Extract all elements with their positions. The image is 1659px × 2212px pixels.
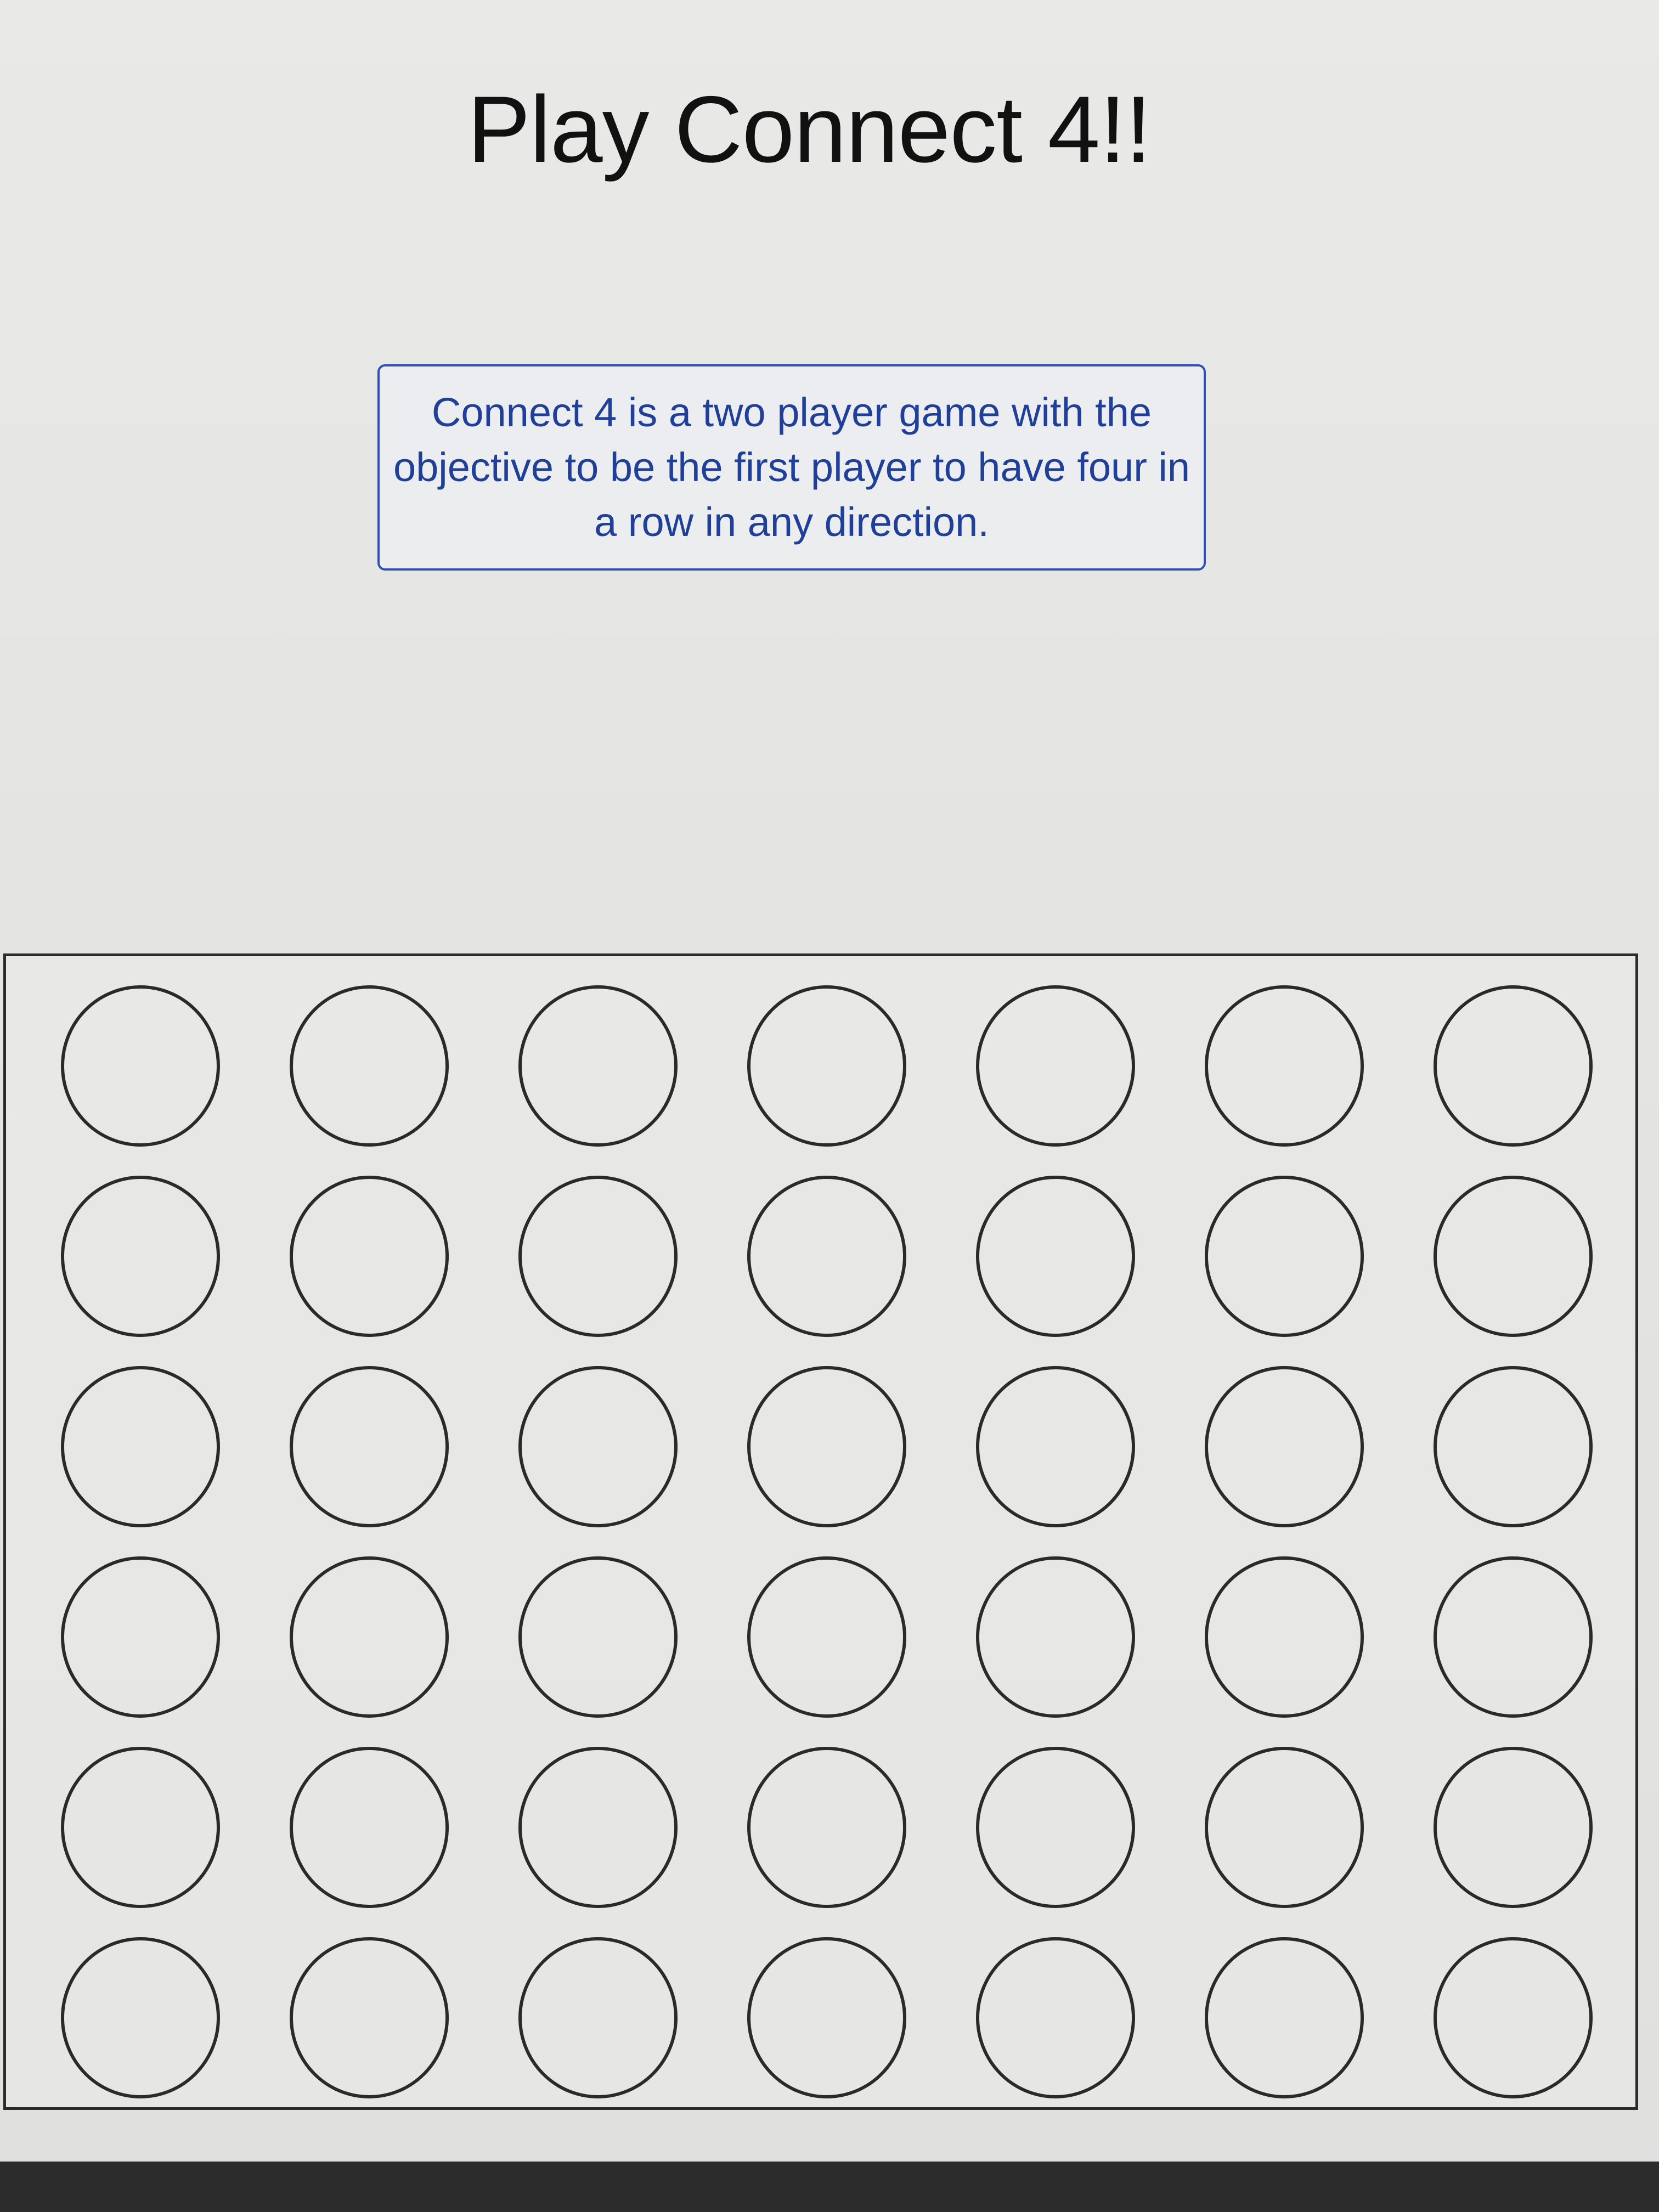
board-slot-r6-c5[interactable]: [976, 1937, 1135, 2098]
board-slot-r1-c4[interactable]: [747, 985, 906, 1147]
board-slot-r5-c3[interactable]: [518, 1747, 678, 1908]
game-description-text: Connect 4 is a two player game with the …: [393, 390, 1190, 545]
board-slot-r3-c4[interactable]: [747, 1366, 906, 1527]
board-slot-r4-c7[interactable]: [1434, 1556, 1593, 1718]
board-slot-r5-c7[interactable]: [1434, 1747, 1593, 1908]
board-slot-r5-c6[interactable]: [1205, 1747, 1364, 1908]
board-slot-r1-c6[interactable]: [1205, 985, 1364, 1147]
board-slot-r6-c1[interactable]: [61, 1937, 220, 2098]
board-slot-r5-c5[interactable]: [976, 1747, 1135, 1908]
game-board: [3, 953, 1638, 2110]
game-board-grid: [61, 985, 1593, 2098]
board-slot-r3-c5[interactable]: [976, 1366, 1135, 1527]
board-slot-r4-c5[interactable]: [976, 1556, 1135, 1718]
board-slot-r3-c1[interactable]: [61, 1366, 220, 1527]
page-title: Play Connect 4!!: [467, 77, 1152, 182]
game-description-box: Connect 4 is a two player game with the …: [377, 364, 1206, 571]
board-slot-r3-c2[interactable]: [290, 1366, 449, 1527]
board-slot-r4-c6[interactable]: [1205, 1556, 1364, 1718]
board-slot-r3-c3[interactable]: [518, 1366, 678, 1527]
board-slot-r1-c5[interactable]: [976, 985, 1135, 1147]
board-slot-r4-c1[interactable]: [61, 1556, 220, 1718]
board-slot-r3-c6[interactable]: [1205, 1366, 1364, 1527]
screen-bottom-bezel: [0, 2162, 1659, 2212]
board-slot-r1-c2[interactable]: [290, 985, 449, 1147]
board-slot-r2-c5[interactable]: [976, 1176, 1135, 1337]
board-slot-r6-c6[interactable]: [1205, 1937, 1364, 2098]
board-slot-r6-c7[interactable]: [1434, 1937, 1593, 2098]
board-slot-r1-c3[interactable]: [518, 985, 678, 1147]
board-slot-r4-c2[interactable]: [290, 1556, 449, 1718]
board-slot-r5-c4[interactable]: [747, 1747, 906, 1908]
board-slot-r1-c1[interactable]: [61, 985, 220, 1147]
board-slot-r4-c4[interactable]: [747, 1556, 906, 1718]
board-slot-r2-c1[interactable]: [61, 1176, 220, 1337]
board-slot-r2-c2[interactable]: [290, 1176, 449, 1337]
board-slot-r2-c4[interactable]: [747, 1176, 906, 1337]
board-slot-r2-c7[interactable]: [1434, 1176, 1593, 1337]
board-slot-r6-c4[interactable]: [747, 1937, 906, 2098]
board-slot-r2-c3[interactable]: [518, 1176, 678, 1337]
board-slot-r1-c7[interactable]: [1434, 985, 1593, 1147]
board-slot-r6-c3[interactable]: [518, 1937, 678, 2098]
board-slot-r5-c1[interactable]: [61, 1747, 220, 1908]
board-slot-r4-c3[interactable]: [518, 1556, 678, 1718]
board-slot-r3-c7[interactable]: [1434, 1366, 1593, 1527]
board-slot-r6-c2[interactable]: [290, 1937, 449, 2098]
board-slot-r5-c2[interactable]: [290, 1747, 449, 1908]
board-slot-r2-c6[interactable]: [1205, 1176, 1364, 1337]
